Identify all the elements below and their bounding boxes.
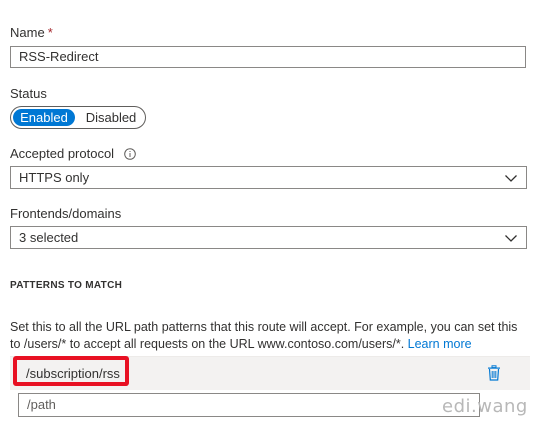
chevron-down-icon [505, 175, 517, 182]
status-enabled-option[interactable]: Enabled [13, 109, 75, 126]
info-icon[interactable] [123, 148, 136, 164]
learn-more-link[interactable]: Learn more [408, 337, 472, 351]
watermark: edi.wang [442, 396, 528, 417]
status-label: Status [10, 86, 47, 101]
name-label: Name * [10, 25, 53, 41]
accepted-protocol-label-text: Accepted protocol [10, 146, 115, 161]
accepted-protocol-label: Accepted protocol [10, 146, 136, 164]
accepted-protocol-value: HTTPS only [19, 170, 90, 185]
patterns-section-title: PATTERNS TO MATCH [10, 280, 123, 291]
frontends-value: 3 selected [19, 230, 79, 245]
chevron-down-icon [505, 235, 517, 242]
trash-icon[interactable] [487, 365, 501, 381]
name-label-text: Name [10, 25, 45, 40]
patterns-help-text: Set this to all the URL path patterns th… [10, 319, 530, 353]
frontends-label: Frontends/domains [10, 206, 122, 221]
frontends-dropdown[interactable]: 3 selected [10, 226, 527, 249]
accepted-protocol-dropdown[interactable]: HTTPS only [10, 166, 527, 189]
status-toggle[interactable]: Enabled Disabled [10, 106, 146, 129]
highlight-box [13, 356, 129, 386]
name-input[interactable]: RSS-Redirect [10, 46, 526, 68]
status-disabled-option[interactable]: Disabled [81, 109, 141, 126]
required-marker: * [47, 25, 53, 40]
new-pattern-input[interactable]: /path [18, 393, 480, 417]
